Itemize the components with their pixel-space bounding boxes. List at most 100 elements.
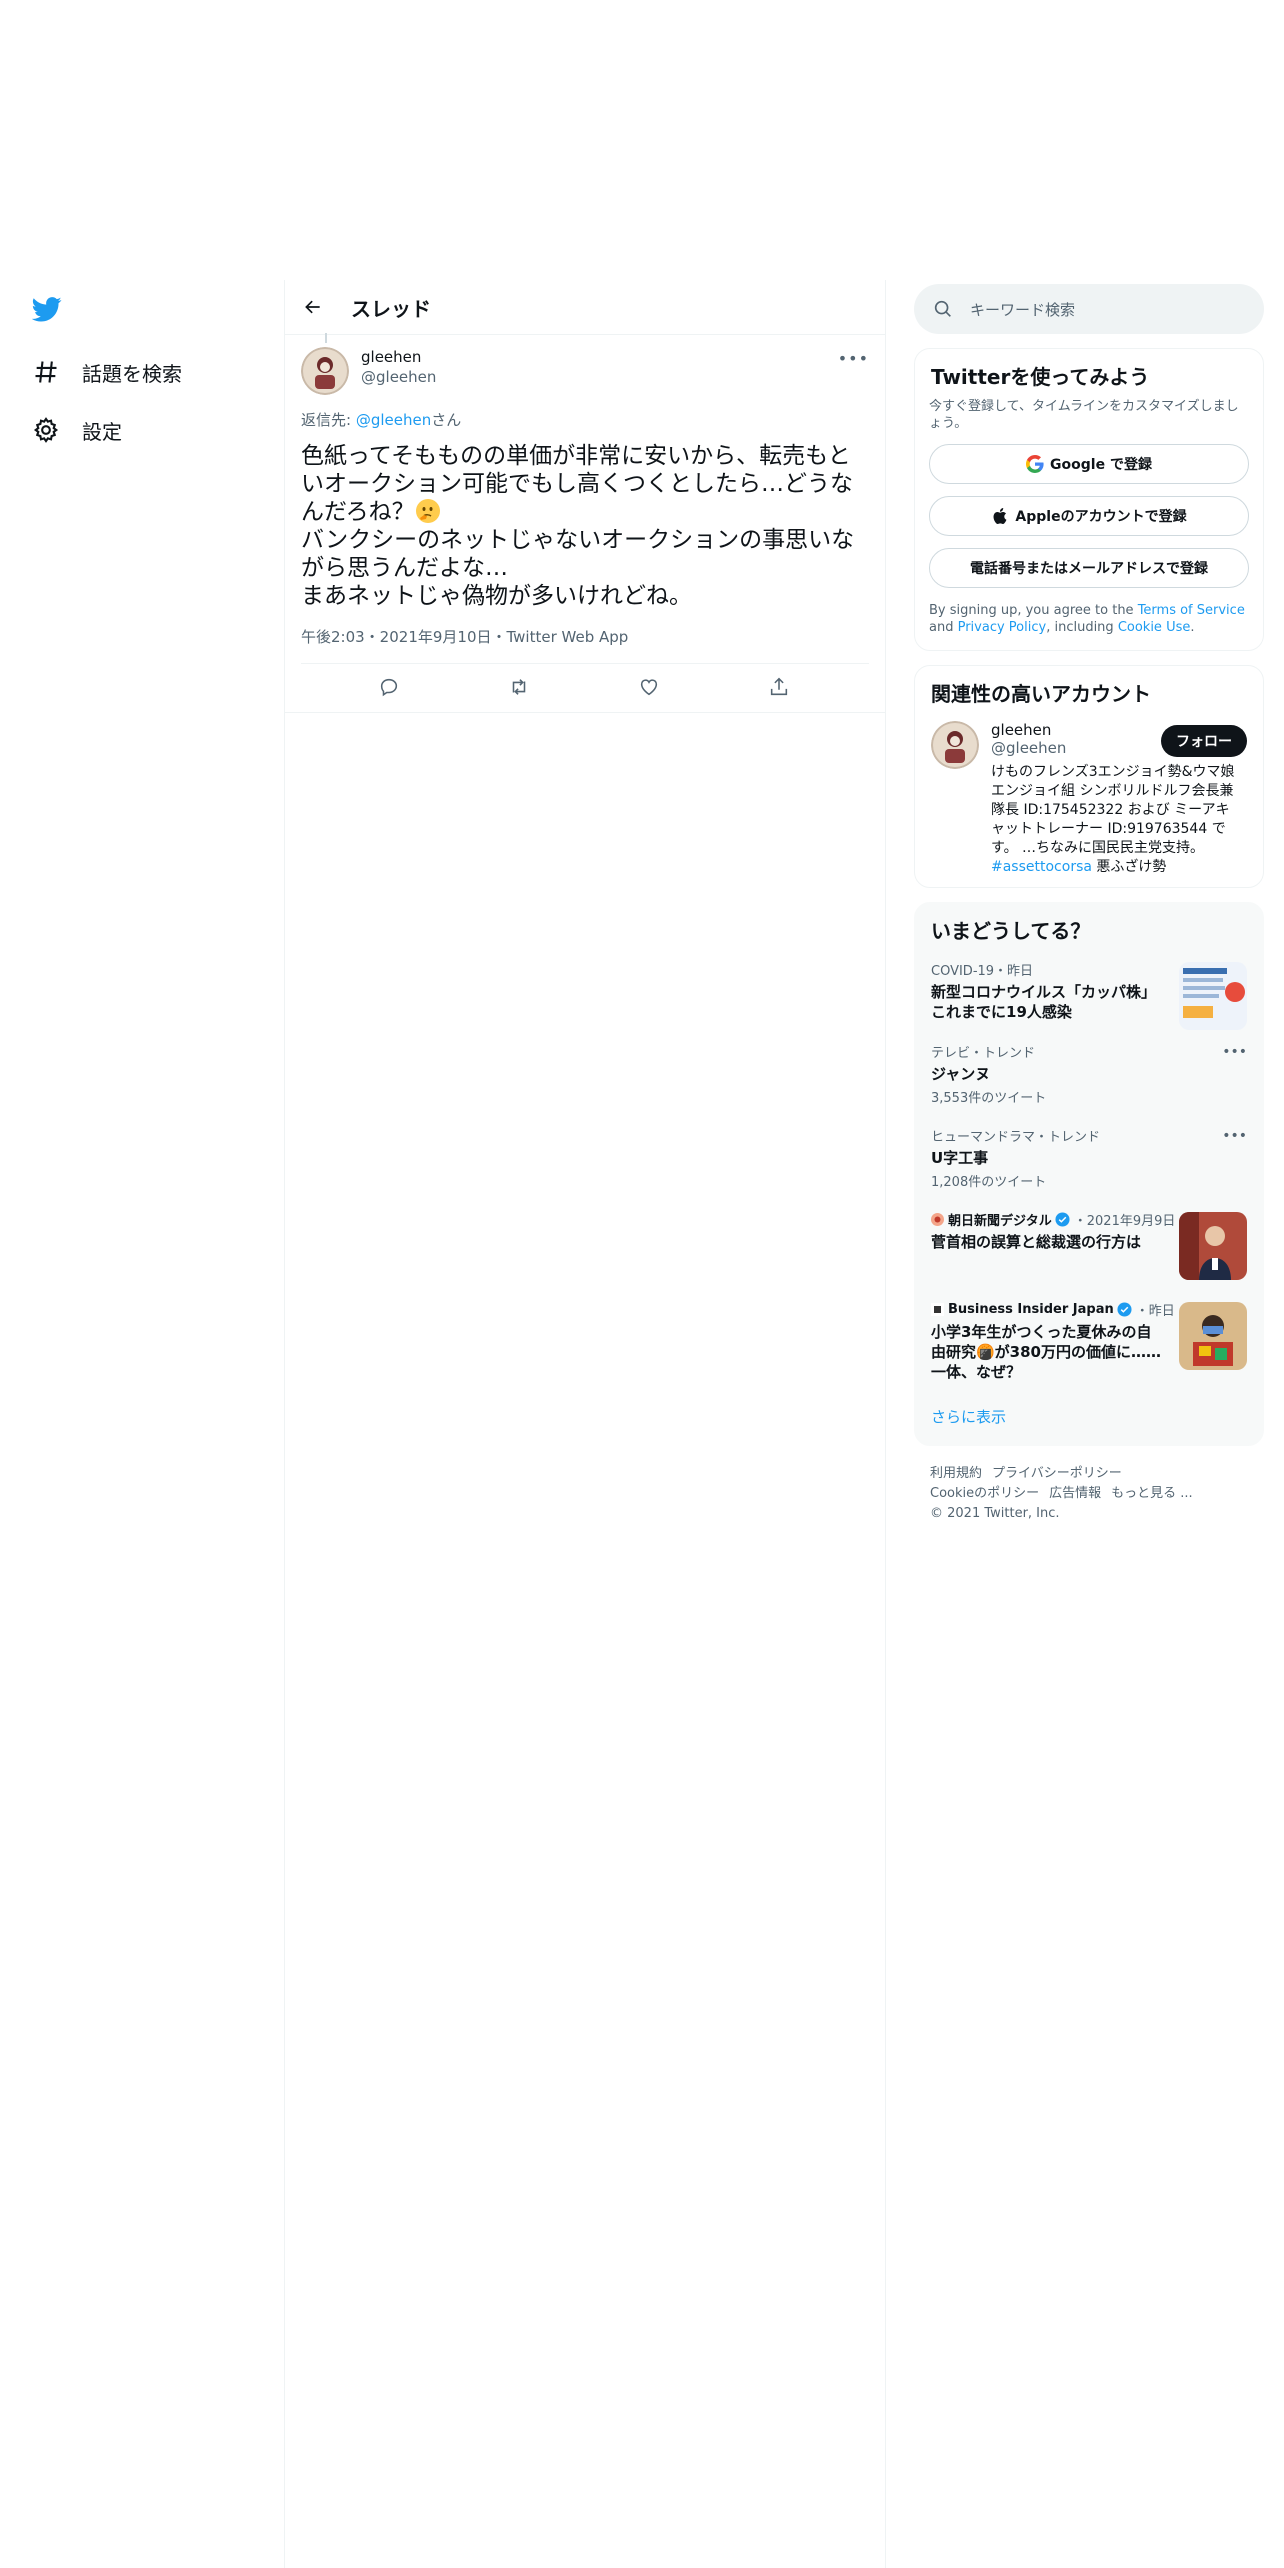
twitter-bird-icon[interactable] xyxy=(31,294,62,324)
show-more-link[interactable]: さらに表示 xyxy=(915,1392,1263,1445)
footer-terms-link[interactable]: 利用規約 xyxy=(930,1466,982,1481)
reply-prefix: 返信先: xyxy=(301,411,356,429)
reply-to: 返信先: @gleehenさん xyxy=(301,409,869,430)
like-icon[interactable] xyxy=(638,676,662,700)
apple-signup-label: Appleのアカウントで登録 xyxy=(1015,509,1187,525)
share-icon[interactable] xyxy=(768,676,792,700)
signup-subtitle: 今すぐ登録して、タイムラインをカスタマイズしましょう。 xyxy=(929,399,1239,431)
apple-icon xyxy=(991,507,1009,525)
more-options-icon[interactable]: ••• xyxy=(838,349,869,368)
retweet-icon[interactable] xyxy=(508,676,532,700)
news-item[interactable]: 朝日新聞デジタル ・2021年9月9日 菅首相の誤算と総裁選の行方は xyxy=(915,1200,1263,1290)
google-icon xyxy=(1026,455,1044,473)
tweet-text-line: まあネットじゃ偽物が多いけれどね。 xyxy=(301,583,692,609)
verified-badge-icon xyxy=(1055,1212,1070,1227)
search-icon xyxy=(932,298,954,320)
tweet-timestamp[interactable]: 午後2:03・2021年9月10日・Twitter Web App xyxy=(301,626,869,664)
arrow-left-icon xyxy=(305,300,320,314)
news-title: 小学3年生がつくった夏休みの自由研究🍘が380万円の価値に……一体、なぜ？ xyxy=(931,1323,1161,1381)
phone-email-signup-label: 電話番号またはメールアドレスで登録 xyxy=(970,561,1208,577)
news-thumbnail xyxy=(1179,1302,1247,1370)
privacy-link[interactable]: Privacy Policy xyxy=(958,620,1047,635)
hashtag-icon xyxy=(32,358,60,386)
author-name[interactable]: gleehen xyxy=(361,347,436,367)
trends-title: いまどうしてる？ xyxy=(931,919,1091,943)
trend-item[interactable]: COVID-19・昨日 新型コロナウイルス「カッパ株」 これまでに19人感染 xyxy=(915,950,1263,1032)
reply-suffix: さん xyxy=(431,411,462,429)
search-input[interactable]: キーワード検索 xyxy=(970,299,1075,320)
google-signup-label: Google で登録 xyxy=(1050,457,1152,473)
footer-privacy-link[interactable]: プライバシーポリシー xyxy=(992,1466,1122,1481)
related-title: 関連性の高いアカウント xyxy=(931,682,1151,706)
cookie-link[interactable]: Cookie Use xyxy=(1118,620,1191,635)
avatar[interactable] xyxy=(301,347,349,395)
avatar[interactable] xyxy=(931,721,979,769)
account-bio: けものフレンズ3エンジョイ勢&ウマ娘エンジョイ組 シンボリルドルフ会長兼隊長 I… xyxy=(991,763,1241,877)
thread-connector xyxy=(325,333,327,343)
trend-title: ジャンヌ xyxy=(931,1065,991,1083)
terms-text: . xyxy=(1190,620,1195,635)
signup-title: Twitterを使ってみよう xyxy=(931,365,1150,389)
more-options-icon[interactable]: ••• xyxy=(1222,1128,1247,1144)
phone-email-signup-button[interactable]: 電話番号またはメールアドレスで登録 xyxy=(929,548,1249,588)
terms-link[interactable]: Terms of Service xyxy=(1138,603,1245,618)
source-logo-icon xyxy=(931,1213,944,1226)
news-thumbnail xyxy=(1179,962,1247,1030)
footer-cookie-link[interactable]: Cookieのポリシー xyxy=(930,1486,1039,1501)
main-header: スレッド xyxy=(285,280,885,335)
news-title: 菅首相の誤算と総裁選の行方は xyxy=(931,1233,1142,1251)
trend-count: 3,553件のツイート xyxy=(931,1091,1047,1106)
trend-title: 新型コロナウイルス「カッパ株」 これまでに19人感染 xyxy=(931,983,1157,1021)
tweet: gleehen @gleehen ••• 返信先: @gleehenさん 色紙っ… xyxy=(285,333,885,713)
tweet-text-line: バンクシーのネットじゃないオークションの事思いながら思うんだよな… xyxy=(301,527,855,581)
page-title: スレッド xyxy=(351,296,431,321)
author-handle[interactable]: @gleehen xyxy=(361,367,436,387)
footer-copyright: © 2021 Twitter, Inc. xyxy=(930,1506,1060,1521)
main-column: スレッド gleehen @gleehen ••• 返信先: @gleehenさ… xyxy=(284,280,886,2568)
bio-text: 悪ふざけ勢 xyxy=(1091,859,1167,875)
reply-icon[interactable] xyxy=(378,676,402,700)
terms-text: and xyxy=(929,620,958,635)
verified-badge-icon xyxy=(1117,1302,1132,1317)
trend-meta: ヒューマンドラマ・トレンド xyxy=(931,1130,1101,1145)
follow-button[interactable]: フォロー xyxy=(1161,725,1247,757)
trend-item[interactable]: テレビ・トレンド ジャンヌ 3,553件のツイート ••• xyxy=(915,1032,1263,1116)
apple-signup-button[interactable]: Appleのアカウントで登録 xyxy=(929,496,1249,536)
signup-card: Twitterを使ってみよう 今すぐ登録して、タイムラインをカスタマイズしましょ… xyxy=(914,348,1264,651)
source-name: Business Insider Japan xyxy=(948,1302,1114,1317)
bio-text: けものフレンズ3エンジョイ勢&ウマ娘エンジョイ組 シンボリルドルフ会長兼隊長 I… xyxy=(991,764,1235,856)
right-column: キーワード検索 Twitterを使ってみよう 今すぐ登録して、タイムラインをカス… xyxy=(914,284,1264,1524)
account-item[interactable]: gleehen @gleehen けものフレンズ3エンジョイ勢&ウマ娘エンジョイ… xyxy=(915,707,1263,887)
hashtag-link[interactable]: #assettocorsa xyxy=(991,859,1092,875)
reply-handle-link[interactable]: @gleehen xyxy=(356,411,431,429)
related-accounts-card: 関連性の高いアカウント gleehen @gleehen けものフレンズ3エンジ… xyxy=(914,665,1264,888)
tweet-text-line: 色紙ってそもものの単価が非常に安いから、転売もといオークション可能でもし高くつく… xyxy=(301,443,853,525)
trend-item[interactable]: ヒューマンドラマ・トレンド U字工事 1,208件のツイート ••• xyxy=(915,1116,1263,1200)
news-thumbnail xyxy=(1179,1212,1247,1280)
gear-icon xyxy=(32,416,60,444)
footer-more-link[interactable]: もっと見る ... xyxy=(1111,1486,1193,1501)
terms-text: By signing up, you agree to the xyxy=(929,603,1138,618)
footer-ads-link[interactable]: 広告情報 xyxy=(1049,1486,1101,1501)
search-bar[interactable]: キーワード検索 xyxy=(914,284,1264,334)
news-date: ・昨日 xyxy=(1135,1304,1175,1319)
terms-text: , including xyxy=(1046,620,1118,635)
tweet-author: gleehen @gleehen xyxy=(301,335,869,395)
source-logo-icon xyxy=(931,1303,944,1316)
more-options-icon[interactable]: ••• xyxy=(1222,1044,1247,1060)
sidebar-item-label: 話題を検索 xyxy=(82,361,182,386)
tweet-actions xyxy=(285,664,885,713)
sidebar-item-settings[interactable]: 設定 xyxy=(32,408,122,452)
google-signup-button[interactable]: Google で登録 xyxy=(929,444,1249,484)
trend-meta: テレビ・トレンド xyxy=(931,1046,1036,1061)
thinking-face-icon xyxy=(415,498,441,524)
source-name: 朝日新聞デジタル xyxy=(948,1214,1052,1229)
tweet-text: 色紙ってそもものの単価が非常に安いから、転売もといオークション可能でもし高くつく… xyxy=(301,442,869,610)
signup-terms: By signing up, you agree to the Terms of… xyxy=(915,588,1263,650)
trend-title: U字工事 xyxy=(931,1149,989,1167)
sidebar-item-explore[interactable]: 話題を検索 xyxy=(32,350,182,394)
trend-count: 1,208件のツイート xyxy=(931,1175,1047,1190)
back-button[interactable] xyxy=(299,293,327,321)
news-item[interactable]: Business Insider Japan ・昨日 小学3年生がつくった夏休み… xyxy=(915,1290,1263,1392)
footer: 利用規約 プライバシーポリシー Cookieのポリシー 広告情報 もっと見る ... … xyxy=(914,1446,1264,1524)
